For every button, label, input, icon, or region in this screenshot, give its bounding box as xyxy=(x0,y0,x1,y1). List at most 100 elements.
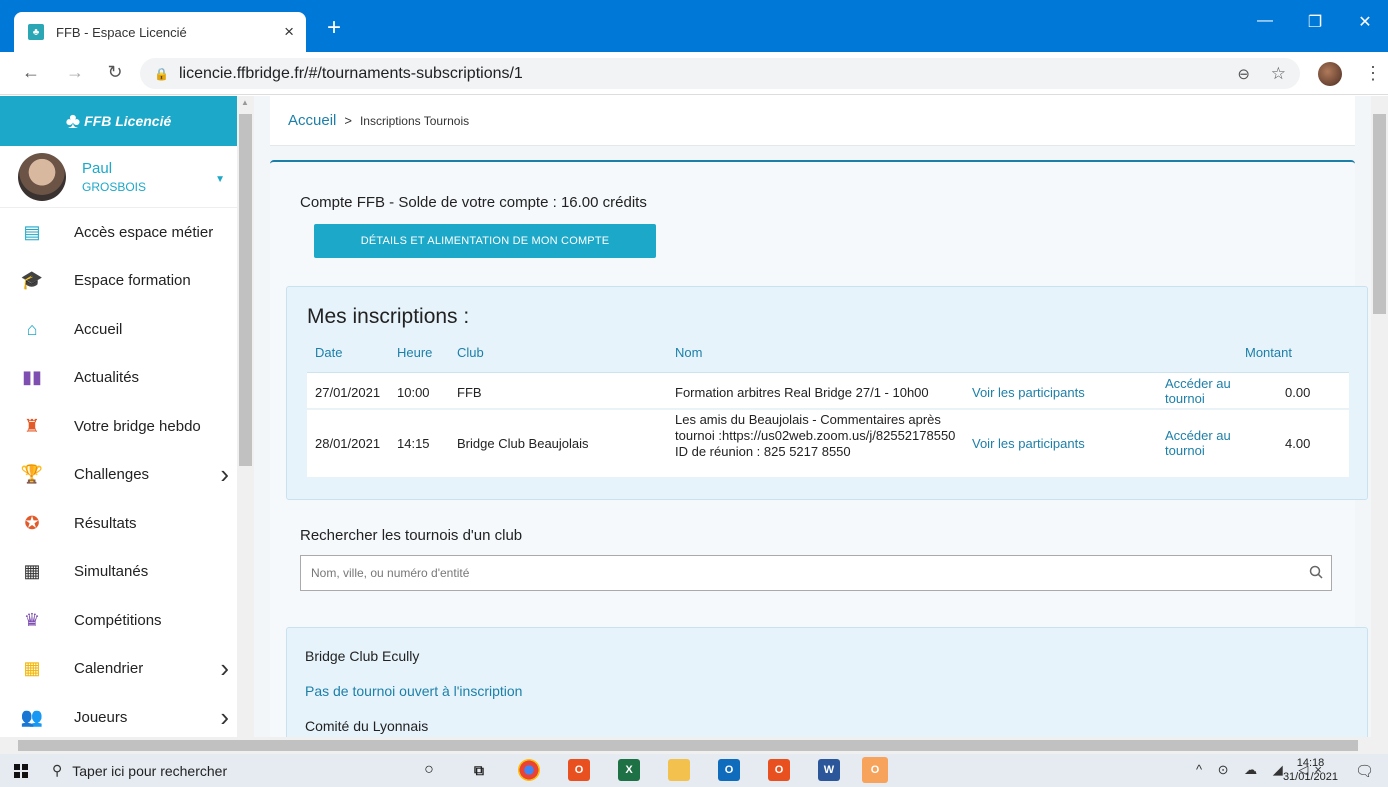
lock-icon: 🔒 xyxy=(154,66,169,81)
breadcrumb-home-link[interactable]: Accueil xyxy=(288,112,336,129)
file-explorer-icon[interactable] xyxy=(668,759,690,781)
header-heure: Heure xyxy=(397,345,433,360)
new-tab-button[interactable]: + xyxy=(320,14,348,42)
club-search-box xyxy=(300,555,1332,591)
browser-tab[interactable]: ♣ FFB - Espace Licencié × xyxy=(14,12,306,52)
task-view-icon[interactable]: ⧉ xyxy=(468,759,490,781)
sidebar-item[interactable]: ▤ Accès espace métier xyxy=(0,208,237,257)
browser-menu-icon[interactable]: ⋮ xyxy=(1364,63,1382,84)
sidebar-item-label: Joueurs xyxy=(74,708,128,726)
search-icon[interactable] xyxy=(1301,565,1331,582)
caret-down-icon[interactable]: ▼ xyxy=(215,174,225,185)
clover-logo-icon: ♣ xyxy=(65,108,81,133)
zoom-icon[interactable]: ⊖ xyxy=(1237,65,1250,83)
account-details-button[interactable]: DÉTAILS ET ALIMENTATION DE MON COMPTE xyxy=(314,224,656,258)
user-last-name: GROSBOIS xyxy=(82,179,147,194)
club-status[interactable]: Pas de tournoi ouvert à l'inscription xyxy=(305,683,522,699)
header-club: Club xyxy=(457,345,484,360)
url-field[interactable]: 🔒 licencie.ffbridge.fr/#/tournaments-sub… xyxy=(140,58,1300,89)
word-icon[interactable]: W xyxy=(818,759,840,781)
cup-icon: ♛ xyxy=(23,609,41,630)
view-participants-link[interactable]: Voir les participants xyxy=(972,385,1085,400)
row-nom: Les amis du Beaujolais - Commentaires ap… xyxy=(675,412,956,459)
tab-close-icon[interactable]: × xyxy=(284,22,294,42)
ffb-favicon-icon: ♣ xyxy=(28,24,44,40)
clock-date: 31/01/2021 xyxy=(1282,771,1338,783)
clock[interactable]: 14:18 31/01/2021 xyxy=(1283,756,1338,784)
grid-icon: ▦ xyxy=(23,561,41,582)
sidebar-item[interactable]: ♜ Votre bridge hebdo xyxy=(0,402,237,451)
sidebar-item-label: Compétitions xyxy=(74,611,162,629)
close-window-button[interactable]: ✕ xyxy=(1350,12,1380,32)
user-profile[interactable]: Paul GROSBOIS ▼ xyxy=(0,146,237,208)
taskbar-search-icon: ⚲ xyxy=(52,762,63,778)
sidebar-scrollbar[interactable]: ▲ xyxy=(237,96,254,737)
tab-title: FFB - Espace Licencié xyxy=(56,24,187,40)
page-scrollbar[interactable] xyxy=(1371,96,1388,737)
office-active-icon[interactable]: O xyxy=(862,757,888,783)
sidebar-item[interactable]: ▮▮ Actualités xyxy=(0,354,237,403)
taskbar-search[interactable]: ⚲ Taper ici pour rechercher xyxy=(42,754,382,787)
scroll-up-arrow-icon[interactable]: ▲ xyxy=(241,98,249,107)
row-club: FFB xyxy=(457,385,482,400)
sidebar-item-label: Simultanés xyxy=(74,563,149,581)
sidebar-item[interactable]: 🎓 Espace formation xyxy=(0,257,237,306)
main-content: Accueil > Inscriptions Tournois Compte F… xyxy=(254,96,1371,737)
sidebar-item-label: Votre bridge hebdo xyxy=(74,417,201,435)
url-text: licencie.ffbridge.fr/#/tournaments-subsc… xyxy=(178,64,523,82)
profile-avatar[interactable] xyxy=(1318,62,1342,86)
sidebar-item-label: Espace formation xyxy=(74,272,191,290)
trophy-icon: 🏆 xyxy=(20,464,44,485)
sidebar-item[interactable]: ▦ Calendrier › xyxy=(0,645,237,694)
excel-icon[interactable]: X xyxy=(618,759,640,781)
chevron-right-icon[interactable]: › xyxy=(220,653,229,684)
reload-icon[interactable]: ↻ xyxy=(104,62,126,83)
user-first-name: Paul xyxy=(82,159,113,177)
row-date: 27/01/2021 xyxy=(315,385,381,400)
bookmark-star-icon[interactable]: ☆ xyxy=(1271,64,1286,84)
sidebar-item[interactable]: ⌂ Accueil xyxy=(0,305,237,354)
windows-start-icon[interactable] xyxy=(14,764,28,778)
browser-tab-bar: ♣ FFB - Espace Licencié × + — ❐ ✕ xyxy=(0,0,1388,52)
outlook-icon[interactable]: O xyxy=(718,759,740,781)
page-scroll-thumb[interactable] xyxy=(1373,114,1386,314)
breadcrumb: Accueil > Inscriptions Tournois xyxy=(270,96,1355,146)
club-name: Bridge Club Ecully xyxy=(305,648,420,664)
address-bar: ← → ↻ 🔒 licencie.ffbridge.fr/#/tournamen… xyxy=(0,52,1388,95)
sidebar: ♣ FFB Licencié Paul GROSBOIS ▼ ▤ Accès es… xyxy=(0,96,237,737)
chevron-right-icon[interactable]: › xyxy=(220,459,229,490)
horizontal-scroll-thumb[interactable] xyxy=(18,740,1358,751)
sidebar-item-label: Actualités xyxy=(74,369,140,387)
sidebar-scroll-thumb[interactable] xyxy=(239,114,252,466)
club-search-input[interactable] xyxy=(311,566,1301,580)
minimize-button[interactable]: — xyxy=(1250,12,1280,30)
chevron-right-icon[interactable]: › xyxy=(220,702,229,733)
sidebar-item[interactable]: ✪ Résultats xyxy=(0,499,237,548)
sidebar-item-label: Résultats xyxy=(74,514,137,532)
access-tournament-link[interactable]: Accéder au tournoi xyxy=(1165,428,1245,458)
sidebar-item-label: Accueil xyxy=(74,320,123,338)
row-montant: 0.00 xyxy=(1285,385,1311,400)
horizontal-scrollbar[interactable] xyxy=(0,737,1388,754)
maximize-button[interactable]: ❐ xyxy=(1300,12,1330,32)
sidebar-item[interactable]: ▦ Simultanés xyxy=(0,548,237,597)
notification-icon[interactable]: 🗨 xyxy=(1355,762,1374,780)
account-balance: Compte FFB - Solde de votre compte : 16.… xyxy=(300,194,647,211)
view-participants-link[interactable]: Voir les participants xyxy=(972,436,1085,451)
row-date: 28/01/2021 xyxy=(315,436,381,451)
cortana-icon[interactable]: ○ xyxy=(418,759,440,781)
access-tournament-link[interactable]: Accéder au tournoi xyxy=(1165,376,1245,406)
row-nom: Formation arbitres Real Bridge 27/1 - 10… xyxy=(675,385,929,400)
tournaments-panel: Compte FFB - Solde de votre compte : 16.… xyxy=(270,160,1368,737)
row-club: Bridge Club Beaujolais xyxy=(457,436,589,451)
sidebar-item[interactable]: 👥 Joueurs › xyxy=(0,693,237,737)
office-icon[interactable]: O xyxy=(768,759,790,781)
back-arrow-icon[interactable]: ← xyxy=(20,62,42,83)
chrome-icon[interactable] xyxy=(518,759,540,781)
office-icon[interactable]: O xyxy=(568,759,590,781)
forward-arrow-icon[interactable]: → xyxy=(64,62,86,83)
breadcrumb-current: Inscriptions Tournois xyxy=(359,113,470,128)
sidebar-item[interactable]: 🏆 Challenges › xyxy=(0,451,237,500)
ffb-licencie-logo[interactable]: ♣ FFB Licencié xyxy=(0,96,237,146)
sidebar-item[interactable]: ♛ Compétitions xyxy=(0,596,237,645)
